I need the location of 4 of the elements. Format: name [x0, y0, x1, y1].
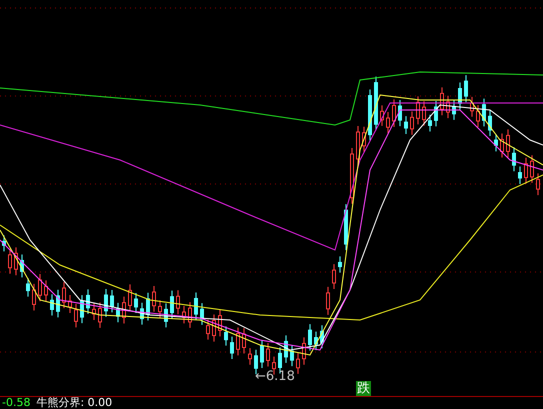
low-price-label: ←6.18 [255, 370, 295, 384]
indicator-label: 牛熊分界: 0.00 [36, 397, 112, 408]
signal-badge: 跌 [356, 381, 371, 396]
indicator-value: -0.58 [2, 397, 30, 408]
